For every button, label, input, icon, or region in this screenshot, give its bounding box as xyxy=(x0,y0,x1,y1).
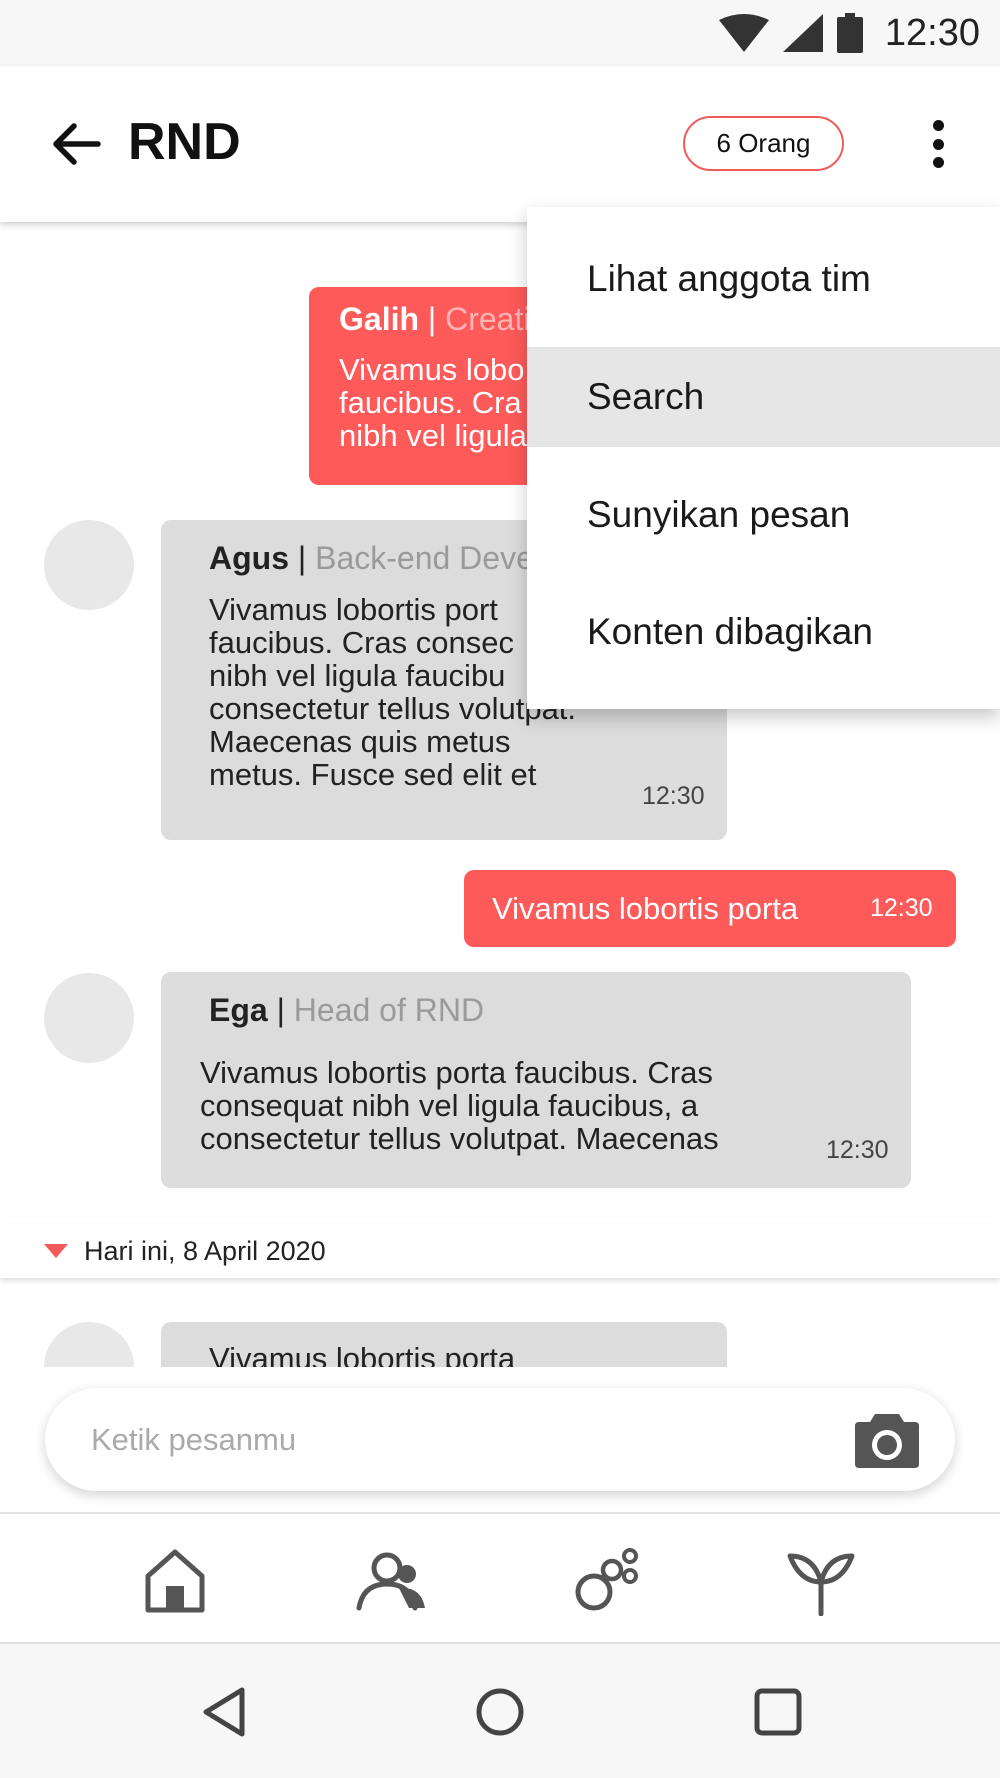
message-text: Vivamus lobortis port faucibus. Cras con… xyxy=(209,592,577,792)
camera-icon xyxy=(855,1414,919,1468)
message-composer xyxy=(45,1388,955,1491)
message-sender: Galih | Creati xyxy=(339,301,531,337)
message-text: Vivamus lobortis porta xyxy=(209,1341,516,1367)
message-text: Vivamus lobo faucibus. Cra nibh vel ligu… xyxy=(339,352,527,453)
more-dot-icon xyxy=(932,138,944,150)
avatar[interactable] xyxy=(44,973,134,1063)
message-bubble-received[interactable]: Ega | Head of RND Vivamus lobortis porta… xyxy=(161,972,911,1188)
message-time: 12:30 xyxy=(642,782,705,810)
people-icon xyxy=(356,1552,425,1611)
message-bubble-sent[interactable]: Vivamus lobortis porta 12:30 xyxy=(464,870,956,947)
nav-apps[interactable] xyxy=(572,1546,642,1616)
sprout-icon xyxy=(787,1553,855,1617)
system-home-button[interactable] xyxy=(474,1686,526,1738)
message-sender: Ega | Head of RND xyxy=(209,992,485,1028)
menu-item-sunyikan-pesan[interactable]: Sunyikan pesan xyxy=(527,465,1000,565)
more-dot-icon xyxy=(932,157,944,168)
system-recents-button[interactable] xyxy=(752,1686,804,1738)
status-bar: 12:30 xyxy=(0,0,1000,66)
home-circle-icon xyxy=(476,1688,524,1736)
caret-down-icon xyxy=(44,1244,68,1258)
system-nav-bar xyxy=(0,1644,1000,1778)
page-title: RND xyxy=(128,113,241,171)
date-divider: Hari ini, 8 April 2020 xyxy=(0,1224,1000,1278)
message-text: Vivamus lobortis porta xyxy=(492,891,799,926)
battery-icon xyxy=(836,13,863,53)
arrow-left-icon xyxy=(53,123,101,165)
more-options-button[interactable] xyxy=(920,116,956,172)
avatar[interactable] xyxy=(44,520,134,610)
signal-icon xyxy=(782,14,823,52)
date-label: Hari ini, 8 April 2020 xyxy=(84,1235,326,1266)
recents-square-icon xyxy=(754,1688,802,1736)
back-button[interactable] xyxy=(48,116,104,172)
home-icon xyxy=(145,1549,205,1613)
message-bubble-received[interactable]: Vivamus lobortis porta xyxy=(161,1322,727,1367)
avatar[interactable] xyxy=(44,1322,134,1367)
apps-icon xyxy=(575,1548,638,1611)
nav-home[interactable] xyxy=(140,1546,210,1616)
member-count-badge[interactable]: 6 Orang xyxy=(683,116,844,171)
back-triangle-icon xyxy=(203,1687,245,1737)
message-sender: Agus | Back-end Deve xyxy=(209,540,534,576)
nav-growth[interactable] xyxy=(786,1546,856,1617)
status-icons: 12:30 xyxy=(718,0,980,66)
nav-people[interactable] xyxy=(353,1546,425,1616)
message-input[interactable] xyxy=(91,1388,851,1491)
system-back-button[interactable] xyxy=(198,1686,250,1738)
status-time: 12:30 xyxy=(884,11,980,54)
camera-button[interactable] xyxy=(853,1410,921,1470)
bottom-nav xyxy=(0,1512,1000,1644)
more-dot-icon xyxy=(932,120,944,131)
message-time: 12:30 xyxy=(870,894,933,922)
message-time: 12:30 xyxy=(826,1136,889,1164)
app-bar: RND 6 Orang xyxy=(0,66,1000,222)
menu-item-search[interactable]: Search xyxy=(527,347,1000,447)
wifi-icon xyxy=(718,14,769,52)
message-text: Vivamus lobortis porta faucibus. Cras co… xyxy=(200,1055,719,1156)
options-menu: Lihat anggota tim Search Sunyikan pesan … xyxy=(527,207,1000,709)
menu-item-lihat-anggota[interactable]: Lihat anggota tim xyxy=(527,229,1000,329)
menu-item-konten-dibagikan[interactable]: Konten dibagikan xyxy=(527,582,1000,682)
